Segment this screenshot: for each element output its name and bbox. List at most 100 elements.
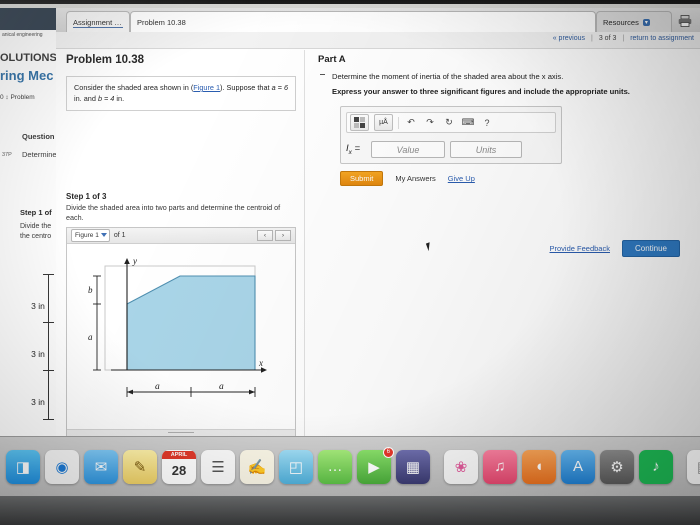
mastering-page: « previous | 3 of 3 | return to assignme… — [56, 32, 700, 436]
spotify-icon[interactable]: ♪ — [639, 449, 673, 484]
units-input[interactable]: Units — [450, 141, 522, 159]
background-window-step-label: Step 1 of — [20, 208, 52, 217]
figure-1-link[interactable]: Figure 1 — [193, 83, 220, 92]
figure-prev-button[interactable]: ‹ — [257, 230, 273, 242]
template-button[interactable] — [350, 114, 369, 132]
calendar-icon[interactable]: APRIL 28 — [162, 449, 196, 484]
tab-problem-label: Problem 10.38 — [137, 17, 186, 27]
figure-count-label: of 1 — [113, 232, 126, 240]
svg-text:a: a — [155, 382, 160, 392]
page-nav-right: « previous | 3 of 3 | return to assignme… — [553, 35, 694, 42]
chevron-down-icon[interactable] — [100, 233, 107, 238]
mail-icon[interactable]: ✉ — [84, 449, 118, 484]
background-window-step-text: Divide the the centro — [20, 223, 52, 240]
bullet-icon — [320, 74, 325, 75]
reminders-icon[interactable]: ☰ — [201, 449, 235, 484]
monitor-screen: anical engineering OLUTIONS ring Mec 0 ↕… — [0, 4, 700, 436]
itunes-icon[interactable]: ♫ — [483, 449, 517, 484]
undo-icon[interactable]: ↶ — [404, 115, 418, 130]
give-up-link[interactable]: Give Up — [448, 174, 475, 183]
notes-icon[interactable]: ✎ — [123, 449, 157, 484]
dimension-tick-2 — [43, 322, 54, 323]
background-window-heading-1: OLUTIONS — [0, 52, 57, 64]
part-a-question-text: Determine the moment of inertia of the s… — [332, 72, 564, 81]
document-icon[interactable]: ▤ — [687, 449, 700, 484]
figure-resize-footer[interactable] — [67, 429, 295, 436]
tab-assignment-label: Assignment #20 — [73, 17, 123, 27]
facetime-badge: 6 — [382, 446, 394, 458]
shaded-area-diagram: y x b a a a — [88, 256, 267, 398]
tab-assignment-underline — [73, 27, 123, 28]
system-preferences-icon[interactable]: ⚙ — [600, 449, 634, 484]
continue-button[interactable]: Continue — [621, 240, 680, 257]
photos-icon[interactable]: ❀ — [444, 449, 478, 484]
safari-icon[interactable]: ◉ — [45, 449, 79, 484]
facetime-icon[interactable]: ▶ 6 — [357, 446, 394, 484]
ibooks-icon[interactable]: ◖ — [522, 449, 556, 484]
problem-counter: 3 of 3 — [598, 35, 617, 42]
desk-surface — [0, 496, 700, 525]
finder-icon[interactable]: ◨ — [6, 449, 40, 484]
background-window-heading-2: ring Mec — [0, 68, 54, 83]
figure-panel: Figure 1 of 1 ‹ › y x b a a a — [66, 227, 296, 436]
matrix-template-icon — [354, 117, 365, 129]
units-icon: µÅ — [379, 119, 388, 127]
submit-button[interactable]: Submit — [340, 171, 384, 187]
tab-problem[interactable]: Problem 10.38 — [130, 11, 596, 32]
dimension-label-2: 3 in — [31, 349, 45, 359]
preview-icon[interactable]: ◰ — [279, 449, 313, 484]
background-window-question-label: Question — [22, 132, 55, 141]
provide-feedback-link[interactable]: Provide Feedback — [550, 244, 610, 253]
nav-separator-2: | — [622, 35, 625, 42]
figure-select[interactable]: Figure 1 — [71, 229, 110, 243]
svg-text:a: a — [219, 382, 224, 392]
return-to-assignment-link[interactable]: return to assignment — [630, 35, 694, 42]
svg-text:a: a — [88, 332, 93, 342]
statement-in-2: in. — [114, 93, 125, 103]
submit-row: Submit My Answers Give Up — [340, 171, 688, 187]
figure-nav: ‹ › — [257, 230, 291, 242]
svg-text:x: x — [258, 358, 263, 368]
keyboard-icon[interactable]: ⌨ — [461, 115, 475, 130]
statement-a-value: a = 6 — [271, 83, 289, 92]
figure-toolbar: Figure 1 of 1 ‹ › — [67, 228, 295, 245]
tab-assignment[interactable]: Assignment #20 — [66, 11, 130, 32]
messages-icon[interactable]: … — [318, 449, 352, 484]
background-window[interactable]: anical engineering OLUTIONS ring Mec 0 ↕… — [0, 8, 57, 436]
chevron-down-icon[interactable]: ▾ — [642, 18, 650, 26]
answer-input-row: Ix = Value Units — [346, 141, 556, 159]
page-bottom-actions: Provide Feedback Continue — [550, 240, 680, 257]
step-title: Step 1 of 3 — [66, 192, 107, 201]
part-a-question: Determine the moment of inertia of the s… — [320, 71, 688, 82]
launchpad-icon[interactable]: ▦ — [396, 449, 430, 484]
page-title: Problem 10.38 — [66, 54, 144, 66]
appstore-icon[interactable]: A — [561, 449, 595, 484]
answer-equals: = — [354, 143, 361, 155]
statement-mid: ). Suppose that — [220, 83, 272, 92]
answer-symbol-subscript: x — [348, 149, 352, 157]
svg-text:b: b — [88, 285, 93, 295]
svg-text:y: y — [132, 256, 137, 266]
macos-dock: ◨ ◉ ✉ ✎ APRIL 28 ☰ ✍ ◰ … ▶ 6 ▦ ❀ ♫ ◖ A ⚙… — [0, 436, 700, 496]
redo-icon[interactable]: ↷ — [423, 115, 437, 130]
value-input[interactable]: Value — [371, 141, 445, 159]
reset-icon[interactable]: ↻ — [442, 115, 456, 130]
dimension-label-1: 3 in — [31, 301, 45, 311]
pages-icon[interactable]: ✍ — [240, 449, 274, 484]
step-section: Step 1 of 3 Divide the shaded area into … — [66, 192, 296, 436]
statement-in-1: in. and — [74, 93, 98, 103]
previous-link[interactable]: « previous — [553, 35, 585, 42]
help-icon[interactable]: ? — [480, 115, 494, 130]
answer-toolbar: µÅ ↶ ↷ ↻ ⌨ ? — [346, 112, 556, 134]
calendar-day-label: 28 — [171, 462, 187, 478]
statement-prefix: Consider the shaded area shown in ( — [74, 83, 194, 92]
browser-tab-bar: Assignment #20 Problem 10.38 Resources ▾ — [56, 8, 700, 33]
tab-resources[interactable]: Resources ▾ — [596, 11, 672, 32]
toolbar-separator-1 — [398, 116, 399, 129]
my-answers-label[interactable]: My Answers — [395, 174, 435, 183]
units-button[interactable]: µÅ — [374, 114, 393, 132]
answer-box: µÅ ↶ ↷ ↻ ⌨ ? Ix = Value Units — [340, 106, 562, 165]
figure-select-label: Figure 1 — [75, 232, 99, 240]
figure-next-button[interactable]: › — [275, 230, 291, 242]
printer-icon[interactable] — [678, 15, 692, 27]
